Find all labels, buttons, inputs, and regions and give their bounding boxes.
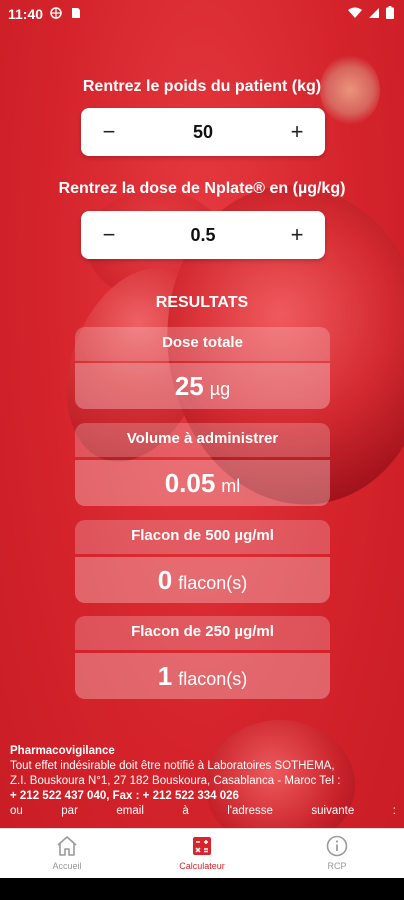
info-icon	[326, 835, 348, 857]
notice-word: ou	[10, 805, 23, 817]
status-time: 11:40	[8, 6, 44, 22]
total-dose-header: Dose totale	[75, 327, 330, 361]
sim-icon	[72, 8, 80, 18]
home-icon	[57, 836, 77, 856]
weight-label: Rentrez le poids du patient (kg)	[82, 78, 322, 95]
notice-phone-line: + 212 522 437 040, Fax : + 212 522 334 0…	[10, 790, 239, 802]
volume-unit: ml	[221, 476, 241, 496]
nav-item-rcp[interactable]: RCP	[270, 829, 404, 879]
pharmacovigilance-notice: Pharmacovigilance Tout effet indésirable…	[10, 744, 396, 819]
dose-label: Rentrez la dose de Nplate® en (µg/kg)	[58, 180, 346, 197]
notice-word: à	[182, 805, 189, 817]
notice-word: :	[392, 805, 396, 817]
notice-word: l'adresse	[227, 805, 273, 817]
vial-500-header: Flacon de 500 µg/ml	[75, 520, 330, 554]
notice-word: suivante	[311, 805, 355, 817]
nav-label: RCP	[327, 861, 347, 871]
weight-decrement-button[interactable]: −	[85, 108, 133, 156]
vial-250-value: 1 flacon(s)	[75, 653, 330, 699]
notice-word: email	[116, 805, 144, 817]
calculator-icon	[193, 837, 211, 855]
system-gesture-bar	[0, 878, 404, 900]
results-title: RESULTATS	[155, 294, 249, 311]
volume-header: Volume à administrer	[75, 423, 330, 457]
wifi-icon	[348, 7, 362, 18]
vial-250-header: Flacon de 250 µg/ml	[75, 616, 330, 650]
vial-500-number: 0	[157, 565, 173, 595]
dose-stepper: − 0.5 +	[81, 211, 325, 259]
dose-decrement-button[interactable]: −	[85, 211, 133, 259]
nav-label: Accueil	[52, 861, 82, 871]
pharmacovigilance-heading: Pharmacovigilance	[10, 745, 115, 757]
vial-250-number: 1	[157, 661, 173, 691]
vial-500-unit: flacon(s)	[178, 573, 248, 593]
vial-500-value: 0 flacon(s)	[75, 557, 330, 603]
dose-input[interactable]: 0.5	[129, 211, 277, 259]
weight-input[interactable]: 50	[129, 108, 277, 156]
signal-icon	[369, 7, 379, 18]
notice-line: Tout effet indésirable doit être notifié…	[10, 760, 335, 772]
notice-line: Z.I. Bouskoura N°1, 27 182 Bouskoura, Ca…	[10, 775, 341, 787]
total-dose-unit: µg	[209, 379, 231, 399]
vpn-icon	[50, 7, 62, 19]
nav-item-calculateur[interactable]: Calculateur	[135, 829, 269, 879]
vial-250-unit: flacon(s)	[178, 669, 248, 689]
bottom-navigation: Accueil Calculateur RCP	[0, 828, 404, 879]
nav-item-accueil[interactable]: Accueil	[0, 829, 134, 879]
total-dose-number: 25	[174, 371, 204, 401]
weight-stepper: − 50 +	[81, 108, 325, 156]
notice-word: par	[61, 805, 78, 817]
volume-number: 0.05	[164, 468, 216, 498]
battery-icon	[386, 6, 394, 19]
notice-line: ou par email à l'adresse suivante :	[10, 804, 396, 819]
volume-value: 0.05 ml	[75, 460, 330, 506]
total-dose-value: 25 µg	[75, 363, 330, 409]
dose-increment-button[interactable]: +	[273, 211, 321, 259]
status-bar: 11:40	[0, 0, 404, 28]
nav-label: Calculateur	[179, 861, 225, 871]
weight-increment-button[interactable]: +	[273, 108, 321, 156]
